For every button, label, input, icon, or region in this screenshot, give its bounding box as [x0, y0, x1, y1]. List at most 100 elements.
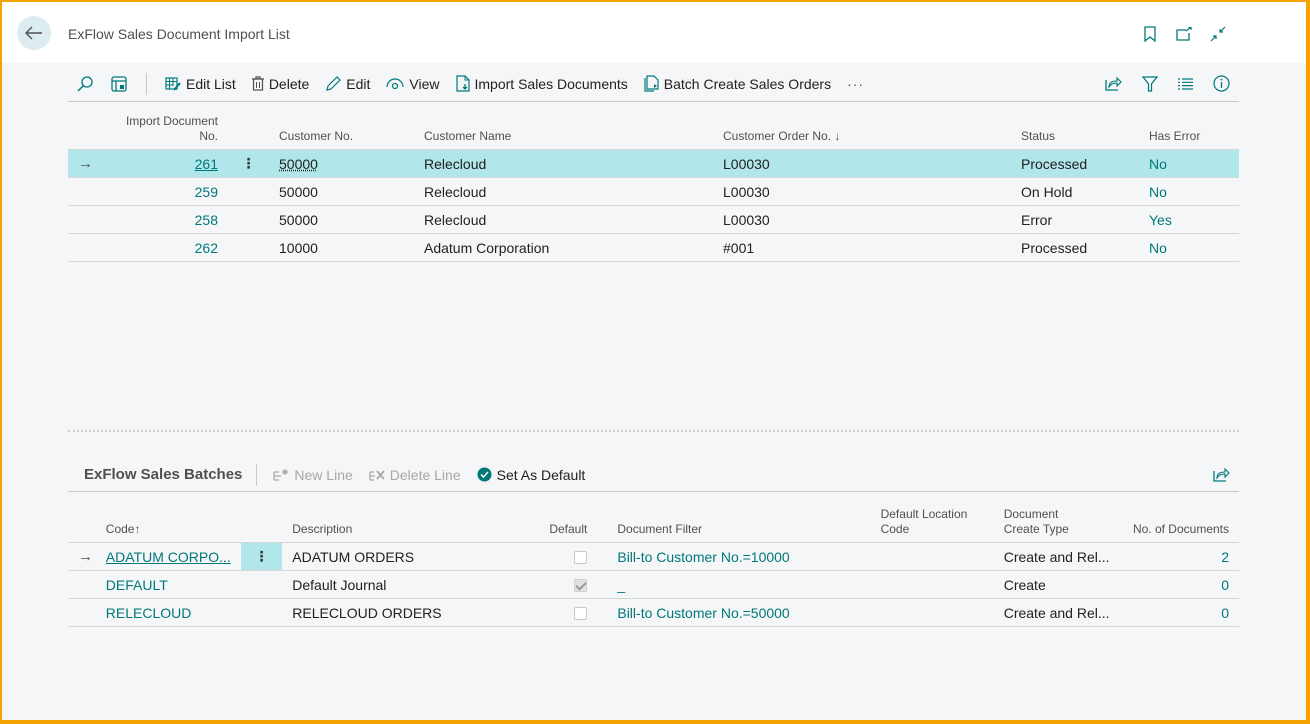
info-icon — [1213, 75, 1230, 92]
row-actions-menu[interactable] — [240, 598, 283, 627]
table-row[interactable]: RELECLOUD RELECLOUD ORDERS Bill-to Custome… — [68, 598, 1239, 627]
open-new-window-button[interactable] — [1174, 24, 1194, 44]
row-selected-arrow-icon: → — [68, 542, 96, 571]
column-header-default[interactable]: Default — [537, 507, 597, 543]
table-row[interactable]: → 261 ⋮ 50000 Relecloud L00030 Processed No — [68, 149, 1239, 178]
customer-name-cell: Relecloud — [414, 205, 713, 234]
column-header-no-of-documents[interactable]: No. of Documents — [1120, 507, 1239, 543]
edit-list-button[interactable]: Edit List — [157, 69, 244, 99]
has-error-cell[interactable]: Yes — [1139, 205, 1239, 234]
default-checkbox[interactable] — [574, 551, 588, 565]
document-filter-link[interactable]: Bill-to Customer No.=10000 — [617, 549, 789, 565]
row-actions-menu[interactable] — [240, 570, 283, 599]
status-cell: Processed — [1011, 149, 1139, 178]
column-header-import-document-no[interactable]: Import Document No. — [112, 114, 228, 150]
row-actions-menu[interactable] — [228, 233, 269, 262]
column-header-description[interactable]: Description — [282, 507, 537, 543]
import-document-no-link[interactable]: 258 — [195, 212, 218, 228]
search-icon — [77, 75, 93, 92]
new-line-button[interactable]: New Line — [265, 460, 360, 490]
pane-resize-divider[interactable] — [68, 430, 1239, 432]
has-error-cell[interactable]: No — [1139, 149, 1239, 178]
edit-button[interactable]: Edit — [317, 69, 378, 99]
no-of-documents-link[interactable]: 0 — [1221, 605, 1229, 621]
document-filter-link[interactable]: Bill-to Customer No.=50000 — [617, 605, 789, 621]
column-header-customer-order-no[interactable]: Customer Order No. ↓ — [713, 114, 1011, 150]
column-header-has-error[interactable]: Has Error — [1139, 114, 1239, 150]
document-create-type-cell: Create and Rel... — [993, 598, 1120, 627]
info-button[interactable] — [1204, 69, 1239, 99]
toggle-layout-button[interactable] — [102, 69, 136, 99]
column-header-default-location-code[interactable]: Default Location Code — [871, 507, 994, 543]
bookmark-button[interactable] — [1140, 24, 1160, 44]
row-actions-menu[interactable] — [228, 177, 269, 206]
row-selected-arrow-icon: → — [68, 149, 112, 178]
row-actions-menu[interactable] — [228, 205, 269, 234]
customer-name-cell: Relecloud — [414, 177, 713, 206]
document-import-icon — [455, 75, 470, 92]
table-row[interactable]: 262 10000 Adatum Corporation #001 Processed N… — [68, 233, 1239, 262]
batches-share-button[interactable] — [1204, 460, 1239, 490]
default-checkbox[interactable] — [574, 579, 588, 593]
row-actions-menu[interactable]: ⋮ — [228, 149, 269, 178]
customer-order-no-cell: L00030 — [713, 149, 1011, 178]
set-as-default-button[interactable]: Set As Default — [469, 460, 594, 490]
filter-button[interactable] — [1133, 69, 1167, 99]
customer-order-no-cell: L00030 — [713, 205, 1011, 234]
filter-icon — [1142, 75, 1158, 92]
list-view-button[interactable] — [1169, 69, 1202, 99]
column-header-customer-name[interactable]: Customer Name — [414, 114, 713, 150]
table-row[interactable]: 259 50000 Relecloud L00030 On Hold No — [68, 177, 1239, 206]
has-error-cell[interactable]: No — [1139, 233, 1239, 262]
more-actions-button[interactable]: ··· — [839, 69, 872, 99]
customer-no-cell[interactable]: 50000 — [279, 156, 318, 172]
back-button[interactable] — [17, 16, 51, 50]
toolbar-divider — [146, 72, 147, 95]
sales-batches-toolbar: ExFlow Sales Batches New Line Delete Lin… — [68, 458, 1239, 492]
table-row[interactable]: 258 50000 Relecloud L00030 Error Yes — [68, 205, 1239, 234]
import-document-no-link[interactable]: 262 — [195, 240, 218, 256]
page-header: ExFlow Sales Document Import List — [2, 2, 1306, 63]
import-document-no-link[interactable]: 259 — [195, 184, 218, 200]
table-row[interactable]: DEFAULT Default Journal _ Create 0 — [68, 570, 1239, 599]
import-document-no-link[interactable]: 261 — [195, 156, 218, 172]
table-row[interactable]: → ADATUM CORPO... ⋮ ADATUM ORDERS Bill-to Cu… — [68, 542, 1239, 571]
document-filter-link[interactable]: _ — [617, 577, 625, 593]
open-new-window-icon — [1176, 27, 1192, 41]
import-document-list: Import Document No. Customer No. Customer… — [68, 114, 1239, 262]
collapse-button[interactable] — [1208, 24, 1228, 44]
column-header-code[interactable]: Code↑ — [96, 507, 241, 543]
bookmark-icon — [1144, 26, 1156, 42]
pencil-icon — [325, 75, 342, 92]
column-header-document-filter[interactable]: Document Filter — [597, 507, 870, 543]
import-sales-documents-button[interactable]: Import Sales Documents — [448, 69, 636, 99]
column-header-customer-no[interactable]: Customer No. — [269, 114, 414, 150]
sort-ascending-icon: ↑ — [134, 522, 141, 536]
search-button[interactable] — [68, 69, 102, 99]
share-icon — [1105, 76, 1122, 91]
delete-button[interactable]: Delete — [244, 69, 317, 99]
default-checkbox[interactable] — [574, 607, 588, 621]
list-view-icon — [1178, 77, 1193, 90]
column-header-document-create-type[interactable]: Document Create Type — [994, 507, 1120, 543]
action-toolbar: Edit List Delete Edit View Import Sales … — [68, 66, 1239, 102]
default-location-code-cell — [870, 598, 994, 627]
batch-code-link[interactable]: RELECLOUD — [106, 605, 192, 621]
no-of-documents-link[interactable]: 2 — [1221, 549, 1229, 565]
view-button[interactable]: View — [378, 69, 447, 99]
row-selected-arrow-icon — [68, 177, 112, 206]
customer-no-cell: 50000 — [279, 211, 318, 228]
batch-code-link[interactable]: ADATUM CORPO... — [106, 549, 231, 565]
batch-document-icon — [644, 75, 659, 92]
delete-line-icon — [369, 468, 385, 482]
batch-create-sales-orders-button[interactable]: Batch Create Sales Orders — [636, 69, 839, 99]
has-error-cell[interactable]: No — [1139, 177, 1239, 206]
sales-batches-title: ExFlow Sales Batches — [84, 466, 243, 483]
delete-line-button[interactable]: Delete Line — [361, 460, 469, 490]
share-button[interactable] — [1096, 69, 1131, 99]
default-location-code-cell — [870, 542, 994, 571]
batch-code-link[interactable]: DEFAULT — [106, 577, 168, 593]
column-header-status[interactable]: Status — [1011, 114, 1139, 150]
no-of-documents-link[interactable]: 0 — [1221, 577, 1229, 593]
row-actions-menu[interactable]: ⋮ — [240, 542, 283, 571]
